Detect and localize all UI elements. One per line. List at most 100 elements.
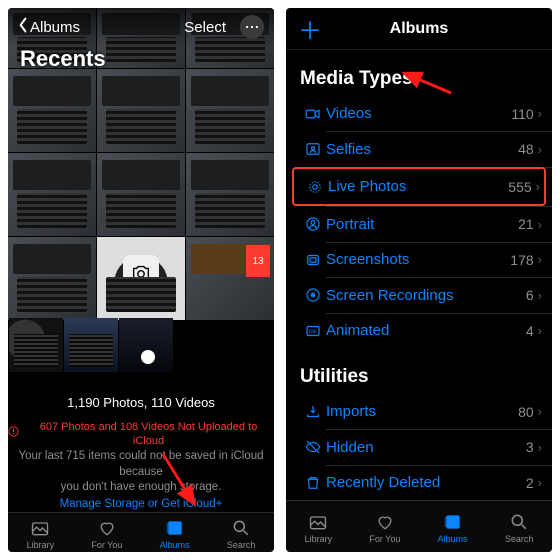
tab-bar: Library For You Albums Search bbox=[286, 500, 552, 552]
row-recently-deleted[interactable]: Recently Deleted 2 › bbox=[286, 465, 552, 500]
tab-label: Search bbox=[227, 540, 256, 550]
page-title: Albums bbox=[390, 20, 449, 38]
portrait-icon bbox=[300, 215, 326, 233]
chevron-right-icon: › bbox=[538, 106, 542, 121]
row-label: Screenshots bbox=[326, 251, 510, 268]
chevron-right-icon: › bbox=[538, 252, 542, 267]
photo-thumb[interactable] bbox=[9, 318, 63, 372]
photo-thumb[interactable] bbox=[8, 237, 96, 320]
row-screen-recordings[interactable]: Screen Recordings 6 › bbox=[286, 278, 552, 313]
chevron-right-icon: › bbox=[538, 475, 542, 490]
tab-foryou[interactable]: For You bbox=[369, 512, 400, 544]
section-media-types: Media Types bbox=[286, 50, 552, 96]
photo-thumb[interactable] bbox=[97, 69, 185, 152]
svg-text:GIF: GIF bbox=[309, 329, 318, 335]
row-label: Portrait bbox=[326, 216, 518, 233]
warning-text: 607 Photos and 108 Videos Not Uploaded t… bbox=[23, 420, 274, 450]
selfies-icon bbox=[300, 140, 326, 158]
row-hidden[interactable]: Hidden 3 › bbox=[286, 430, 552, 465]
photo-count: 1,190 Photos, 110 Videos bbox=[67, 394, 215, 412]
tab-library[interactable]: Library bbox=[27, 518, 55, 550]
tab-label: Library bbox=[305, 534, 333, 544]
video-icon bbox=[300, 105, 326, 123]
recent-strip bbox=[8, 318, 274, 372]
row-label: Hidden bbox=[326, 439, 526, 456]
back-button[interactable]: Albums bbox=[18, 17, 80, 37]
tab-search[interactable]: Search bbox=[227, 518, 256, 550]
row-animated[interactable]: GIF Animated 4 › bbox=[286, 313, 552, 348]
tab-library[interactable]: Library bbox=[305, 512, 333, 544]
tab-label: Albums bbox=[438, 534, 468, 544]
row-screenshots[interactable]: Screenshots 178 › bbox=[286, 242, 552, 277]
row-count: 4 bbox=[526, 323, 534, 339]
imports-icon bbox=[300, 403, 326, 421]
row-label: Animated bbox=[326, 322, 526, 339]
chevron-right-icon: › bbox=[538, 404, 542, 419]
row-imports[interactable]: Imports 80 › bbox=[286, 394, 552, 429]
footer-info: 1,190 Photos, 110 Videos 607 Photos and … bbox=[8, 372, 274, 512]
tab-search[interactable]: Search bbox=[505, 512, 534, 544]
row-count: 110 bbox=[511, 106, 533, 122]
tab-albums[interactable]: Albums bbox=[160, 518, 190, 550]
section-utilities: Utilities bbox=[286, 348, 552, 394]
row-label: Videos bbox=[326, 105, 511, 122]
back-label: Albums bbox=[30, 19, 80, 36]
navbar: Albums Select bbox=[8, 8, 274, 46]
photo-thumb[interactable] bbox=[64, 318, 118, 372]
row-count: 555 bbox=[508, 179, 531, 195]
highlight-live-photos: Live Photos 555 › bbox=[292, 167, 546, 206]
photo-thumb[interactable] bbox=[186, 153, 274, 236]
chevron-left-icon bbox=[18, 17, 28, 37]
navbar: ＋ Albums bbox=[286, 8, 552, 50]
row-label: Imports bbox=[326, 403, 518, 420]
row-label: Selfies bbox=[326, 141, 518, 158]
phone-left: Albums Select Recents bbox=[8, 8, 274, 552]
row-selfies[interactable]: Selfies 48 › bbox=[286, 132, 552, 167]
tab-label: Albums bbox=[160, 540, 190, 550]
row-count: 3 bbox=[526, 439, 534, 455]
photo-thumb[interactable] bbox=[119, 318, 173, 372]
tab-label: For You bbox=[369, 534, 400, 544]
screen-recordings-icon bbox=[300, 286, 326, 304]
trash-icon bbox=[300, 474, 326, 492]
row-label: Recently Deleted bbox=[326, 474, 526, 491]
camera-icon-label: Camera bbox=[125, 293, 157, 303]
photo-thumb[interactable]: 13 bbox=[186, 237, 274, 320]
chevron-right-icon: › bbox=[538, 142, 542, 157]
add-button[interactable]: ＋ bbox=[298, 11, 322, 46]
photo-thumb[interactable] bbox=[97, 153, 185, 236]
warning-sub: you don't have enough storage. bbox=[61, 480, 222, 496]
row-count: 21 bbox=[518, 216, 534, 232]
row-label: Live Photos bbox=[328, 178, 508, 195]
chevron-right-icon: › bbox=[538, 440, 542, 455]
more-button[interactable] bbox=[240, 15, 264, 39]
animated-icon: GIF bbox=[300, 322, 326, 340]
camera-icon bbox=[123, 255, 159, 291]
hidden-icon bbox=[300, 438, 326, 456]
row-count: 6 bbox=[526, 287, 534, 303]
row-videos[interactable]: Videos 110 › bbox=[286, 96, 552, 131]
tab-label: Search bbox=[505, 534, 534, 544]
photo-thumb[interactable] bbox=[8, 153, 96, 236]
photo-thumb[interactable] bbox=[186, 69, 274, 152]
chevron-right-icon: › bbox=[536, 179, 540, 194]
tab-label: For You bbox=[91, 540, 122, 550]
warning-sub: Your last 715 items could not be saved i… bbox=[8, 449, 274, 480]
row-live-photos[interactable]: Live Photos 555 › bbox=[294, 169, 544, 204]
row-count: 178 bbox=[510, 252, 533, 268]
row-count: 80 bbox=[518, 404, 534, 420]
photo-thumb-camera[interactable]: Camera bbox=[97, 237, 185, 320]
tab-albums[interactable]: Albums bbox=[438, 512, 468, 544]
screenshots-icon bbox=[300, 251, 326, 269]
row-portrait[interactable]: Portrait 21 › bbox=[286, 207, 552, 242]
media-types-list: Videos 110 › Selfies 48 › Live Photos 55… bbox=[286, 96, 552, 348]
select-button[interactable]: Select bbox=[184, 19, 226, 36]
photo-thumb[interactable] bbox=[8, 69, 96, 152]
manage-storage-link[interactable]: Manage Storage or Get iCloud+ bbox=[60, 497, 223, 513]
album-title: Recents bbox=[20, 46, 106, 72]
row-count: 48 bbox=[518, 141, 534, 157]
row-count: 2 bbox=[526, 475, 534, 491]
utilities-list: Imports 80 › Hidden 3 › Recently Deleted… bbox=[286, 394, 552, 500]
tab-foryou[interactable]: For You bbox=[91, 518, 122, 550]
warning-icon bbox=[8, 426, 19, 442]
